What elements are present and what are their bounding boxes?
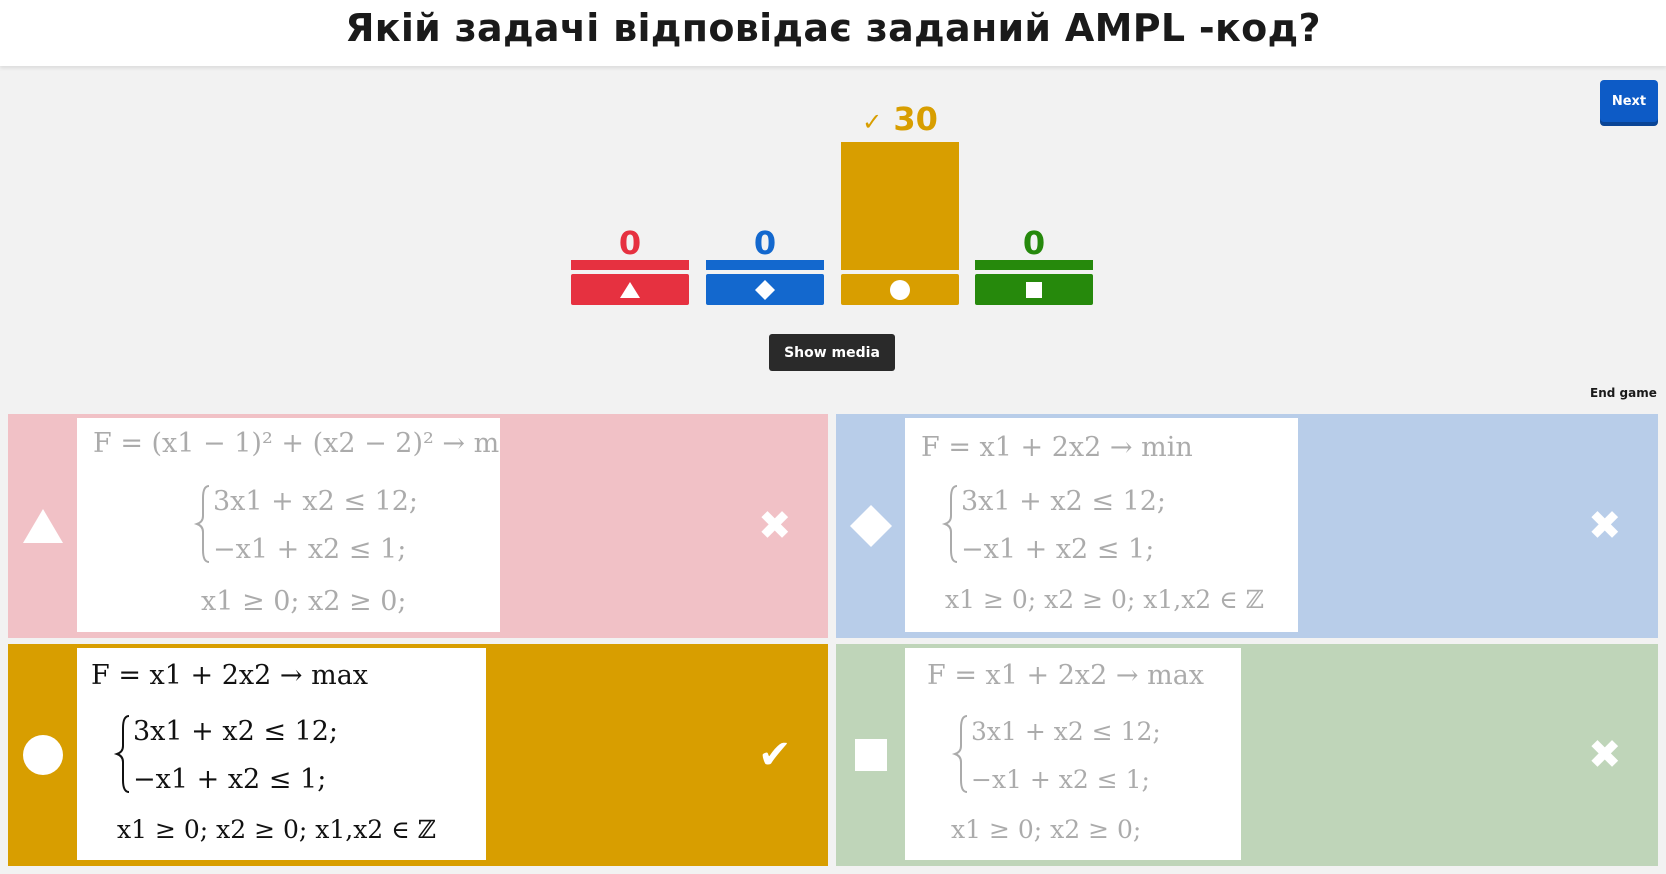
result-count-diamond: 0 [753, 224, 777, 262]
checkmark-icon: ✔ [758, 732, 792, 778]
result-bar-diamond: 0 [706, 220, 824, 306]
diamond-icon [850, 505, 892, 547]
question-header: Якій задачі відповідає заданий AMPL -код… [0, 0, 1666, 66]
diamond-icon [755, 279, 775, 300]
formula-constraint-2: −x1 + x2 ≤ 1; [971, 765, 1150, 794]
formula-objective: F = x1 + 2x2 → max [91, 660, 368, 691]
result-fill-diamond [706, 260, 824, 270]
result-count-square: 0 [1022, 224, 1046, 262]
answer-formula-image: F = x1 + 2x2 → max 3x1 + x2 ≤ 12; −x1 + … [77, 648, 486, 860]
system-brace [193, 485, 210, 563]
result-fill-triangle [571, 260, 689, 270]
result-count-circle: ✓ 30 [841, 100, 959, 138]
formula-svg: F = x1 + 2x2 → max 3x1 + x2 ≤ 12; −x1 + … [927, 660, 1204, 844]
result-base-circle [841, 274, 959, 305]
system-brace [951, 715, 968, 793]
answer-formula-image: F = (x1 − 1)² + (x2 − 2)² → max 3x1 + x2… [77, 418, 531, 632]
question-title: Якій задачі відповідає заданий AMPL -код… [345, 6, 1321, 50]
formula-svg: F = x1 + 2x2 → min 3x1 + x2 ≤ 12; −x1 + … [921, 432, 1264, 614]
result-base-square [975, 274, 1093, 305]
circle-icon [890, 279, 910, 300]
formula-svg: F = x1 + 2x2 → max 3x1 + x2 ≤ 12; −x1 + … [91, 660, 436, 844]
system-brace [941, 485, 958, 563]
check-icon: ✓ [862, 108, 883, 136]
square-icon [1026, 281, 1042, 298]
result-base-triangle [571, 274, 689, 305]
formula-constraint-1: 3x1 + x2 ≤ 12; [971, 717, 1161, 746]
formula-constraint-1: 3x1 + x2 ≤ 12; [133, 716, 338, 747]
formula-objective: F = x1 + 2x2 → max [927, 660, 1204, 691]
answer-symbol [836, 414, 906, 638]
close-icon: ✖ [758, 503, 792, 549]
result-bar-square: 0 [975, 220, 1093, 306]
answer-symbol [8, 414, 78, 638]
end-game-button[interactable]: End game [1590, 386, 1657, 400]
result-bar-triangle: 0 [571, 220, 689, 306]
result-base-diamond [706, 274, 824, 305]
triangle-icon [620, 281, 640, 298]
answer-triangle[interactable]: F = (x1 − 1)² + (x2 − 2)² → max 3x1 + x2… [8, 414, 828, 638]
formula-bounds: x1 ≥ 0; x2 ≥ 0; x1,x2 ∈ ℤ [945, 585, 1264, 614]
circle-icon [23, 735, 63, 775]
result-bar-circle: ✓ 30 [841, 98, 959, 306]
triangle-icon [23, 509, 63, 543]
next-button[interactable]: Next [1600, 80, 1658, 122]
result-count-triangle: 0 [618, 224, 642, 262]
formula-bounds: x1 ≥ 0; x2 ≥ 0; x1,x2 ∈ ℤ [117, 815, 436, 844]
formula-constraint-1: 3x1 + x2 ≤ 12; [961, 486, 1166, 517]
formula-constraint-2: −x1 + x2 ≤ 1; [133, 764, 326, 795]
formula-bounds: x1 ≥ 0; x2 ≥ 0; [201, 586, 407, 617]
result-count-circle-value: 30 [893, 100, 938, 138]
formula-constraint-1: 3x1 + x2 ≤ 12; [213, 486, 418, 517]
close-icon: ✖ [1588, 503, 1622, 549]
result-fill-square [975, 260, 1093, 270]
answer-formula-image: F = x1 + 2x2 → min 3x1 + x2 ≤ 12; −x1 + … [905, 418, 1298, 632]
formula-objective: F = (x1 − 1)² + (x2 − 2)² → max [93, 428, 500, 459]
answer-symbol [8, 644, 78, 866]
formula-constraint-2: −x1 + x2 ≤ 1; [961, 534, 1154, 565]
show-media-button[interactable]: Show media [769, 334, 895, 371]
result-fill-circle [841, 142, 959, 270]
answer-circle[interactable]: F = x1 + 2x2 → max 3x1 + x2 ≤ 12; −x1 + … [8, 644, 828, 866]
answer-symbol [836, 644, 906, 866]
formula-constraint-2: −x1 + x2 ≤ 1; [213, 534, 406, 565]
formula-svg: F = (x1 − 1)² + (x2 − 2)² → max 3x1 + x2… [93, 428, 531, 617]
close-icon: ✖ [1588, 732, 1622, 778]
answer-formula-image: F = x1 + 2x2 → max 3x1 + x2 ≤ 12; −x1 + … [905, 648, 1241, 860]
formula-bounds: x1 ≥ 0; x2 ≥ 0; [951, 815, 1141, 844]
formula-objective: F = x1 + 2x2 → min [921, 432, 1193, 463]
answer-diamond[interactable]: F = x1 + 2x2 → min 3x1 + x2 ≤ 12; −x1 + … [836, 414, 1658, 638]
system-brace [113, 715, 130, 793]
answer-square[interactable]: F = x1 + 2x2 → max 3x1 + x2 ≤ 12; −x1 + … [836, 644, 1658, 866]
square-icon [855, 739, 887, 771]
